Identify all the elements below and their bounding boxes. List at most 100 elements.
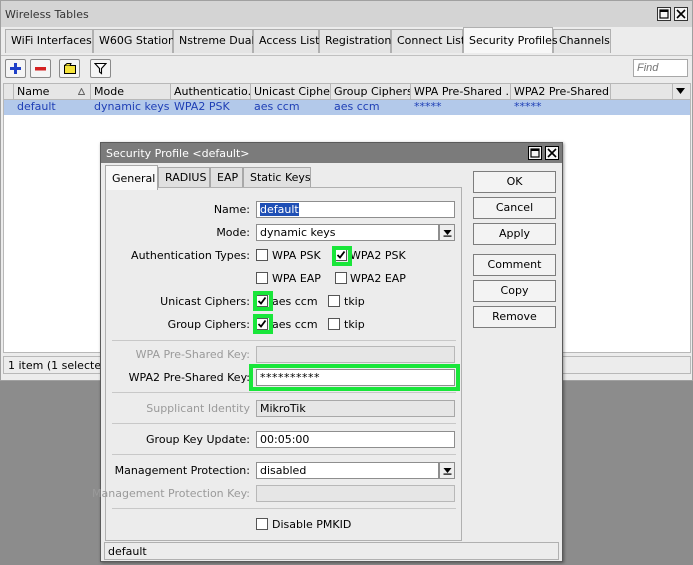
tab-radius[interactable]: RADIUS: [158, 167, 210, 189]
tab-wifi-interfaces[interactable]: WiFi Interfaces: [5, 29, 93, 53]
cell-name: default: [17, 100, 56, 113]
name-label: Name:: [213, 203, 250, 216]
dialog-restore-icon[interactable]: [528, 146, 542, 160]
tab-eap[interactable]: EAP: [210, 167, 243, 189]
column-header-name[interactable]: Name: [14, 84, 91, 100]
tab-access-list[interactable]: Access List: [253, 29, 319, 53]
auth-wpa2-psk-checkbox[interactable]: [335, 249, 347, 261]
management-protection-select[interactable]: disabled: [256, 462, 439, 479]
cell-group-ciphers: aes ccm: [334, 100, 380, 113]
auth-types-label: Authentication Types:: [131, 249, 250, 262]
tab-security-profiles[interactable]: Security Profiles: [463, 27, 558, 53]
tab-channels[interactable]: Channels: [553, 29, 611, 53]
group-ciphers-label: Group Ciphers:: [167, 318, 250, 331]
dialog-close-icon[interactable]: [545, 146, 559, 160]
comment-icon: [63, 62, 76, 74]
column-header-wpa-psk[interactable]: WPA Pre-Shared ...: [411, 84, 511, 100]
column-header-mode[interactable]: Mode: [91, 84, 171, 100]
auth-wpa2-eap-checkbox[interactable]: [335, 272, 347, 284]
dialog-status-text: default: [108, 545, 147, 558]
unicast-tkip-label: tkip: [344, 295, 365, 308]
disable-pmkid-label: Disable PMKID: [272, 518, 352, 531]
tab-general[interactable]: General: [105, 165, 158, 190]
supplicant-identity-input[interactable]: MikroTik: [256, 400, 455, 417]
item-count: 1 item (1 selected): [8, 359, 113, 372]
unicast-ciphers-label: Unicast Ciphers:: [160, 295, 250, 308]
mode-select[interactable]: dynamic keys: [256, 224, 439, 241]
tab-registration[interactable]: Registration: [319, 29, 391, 53]
add-icon: [10, 63, 21, 74]
general-form: Name: default Mode: dynamic keys Authent…: [92, 187, 462, 541]
group-tkip-label: tkip: [344, 318, 365, 331]
add-button[interactable]: [5, 59, 26, 78]
comment-button[interactable]: Comment: [473, 254, 556, 276]
toolbar: [1, 55, 692, 81]
auth-wpa-eap-checkbox[interactable]: [256, 272, 268, 284]
dialog-status-bar: default: [104, 542, 559, 560]
remove-button[interactable]: Remove: [473, 306, 556, 328]
dropdown-arrow-icon: [676, 88, 685, 94]
dialog-title: Security Profile <default>: [106, 147, 250, 160]
management-protection-dropdown-button[interactable]: [439, 462, 455, 479]
dialog-title-bar[interactable]: Security Profile <default>: [101, 143, 562, 163]
comment-button[interactable]: [59, 59, 80, 78]
wpa-psk-input: [256, 346, 455, 363]
copy-button[interactable]: Copy: [473, 280, 556, 302]
separator: [112, 454, 456, 455]
auth-wpa-psk-checkbox[interactable]: [256, 249, 268, 261]
column-header-unicast-ciphers[interactable]: Unicast Ciphers: [251, 84, 331, 100]
find-input[interactable]: [633, 59, 688, 77]
dropdown-arrow-icon: [443, 230, 451, 237]
column-menu-button[interactable]: [672, 84, 690, 100]
cell-mode: dynamic keys: [94, 100, 170, 113]
restore-icon[interactable]: [657, 7, 671, 21]
cell-unicast-ciphers: aes ccm: [254, 100, 300, 113]
cancel-button[interactable]: Cancel: [473, 197, 556, 219]
mode-dropdown-button[interactable]: [439, 224, 455, 241]
unicast-aes-ccm-checkbox[interactable]: [256, 295, 268, 307]
column-header-wpa2-psk[interactable]: WPA2 Pre-Shared...: [511, 84, 611, 100]
wpa2-psk-input[interactable]: **********: [256, 369, 455, 386]
cell-wpa2-psk: *****: [514, 100, 542, 113]
management-protection-key-input: [256, 485, 455, 502]
mode-label: Mode:: [216, 226, 250, 239]
unicast-tkip-checkbox[interactable]: [328, 295, 340, 307]
apply-button[interactable]: Apply: [473, 223, 556, 245]
group-tkip-checkbox[interactable]: [328, 318, 340, 330]
security-profile-dialog: Security Profile <default> General RADIU…: [92, 142, 563, 562]
tab-static-keys[interactable]: Static Keys: [243, 167, 311, 189]
disable-pmkid-checkbox[interactable]: [256, 518, 268, 530]
tab-w60g-station[interactable]: W60G Station: [93, 29, 175, 53]
group-key-update-label: Group Key Update:: [146, 433, 250, 446]
auth-wpa-psk-label: WPA PSK: [272, 249, 321, 262]
separator: [112, 508, 456, 509]
separator: [112, 392, 456, 393]
column-header-group-ciphers[interactable]: Group Ciphers: [331, 84, 411, 100]
unicast-aes-ccm-label: aes ccm: [272, 295, 318, 308]
filter-button[interactable]: [90, 59, 111, 78]
separator: [112, 423, 456, 424]
remove-button[interactable]: [30, 59, 51, 78]
supplicant-identity-label: Supplicant Identity: [146, 402, 250, 415]
tab-connect-list[interactable]: Connect List: [391, 29, 465, 53]
column-header-authentication[interactable]: Authenticatio...: [171, 84, 251, 100]
window-title-bar[interactable]: Wireless Tables: [1, 1, 692, 27]
column-header-blank: [4, 84, 14, 100]
dropdown-arrow-icon: [443, 468, 451, 475]
auth-wpa-eap-label: WPA EAP: [272, 272, 321, 285]
wpa2-psk-label: WPA2 Pre-Shared Key:: [128, 371, 250, 384]
window-title: Wireless Tables: [5, 8, 89, 21]
name-input[interactable]: default: [256, 201, 455, 218]
table-header: Name Mode Authenticatio... Unicast Ciphe…: [4, 84, 690, 100]
close-icon[interactable]: [674, 7, 688, 21]
separator: [112, 340, 456, 341]
ok-button[interactable]: OK: [473, 171, 556, 193]
auth-wpa2-psk-label: WPA2 PSK: [350, 249, 406, 262]
sort-arrow-icon: [78, 88, 85, 95]
tab-nstreme-dual[interactable]: Nstreme Dual: [173, 29, 255, 53]
table-row[interactable]: default dynamic keys WPA2 PSK aes ccm ae…: [4, 100, 690, 115]
group-aes-ccm-label: aes ccm: [272, 318, 318, 331]
group-key-update-input[interactable]: 00:05:00: [256, 431, 455, 448]
management-protection-key-label: Management Protection Key:: [92, 487, 250, 500]
group-aes-ccm-checkbox[interactable]: [256, 318, 268, 330]
